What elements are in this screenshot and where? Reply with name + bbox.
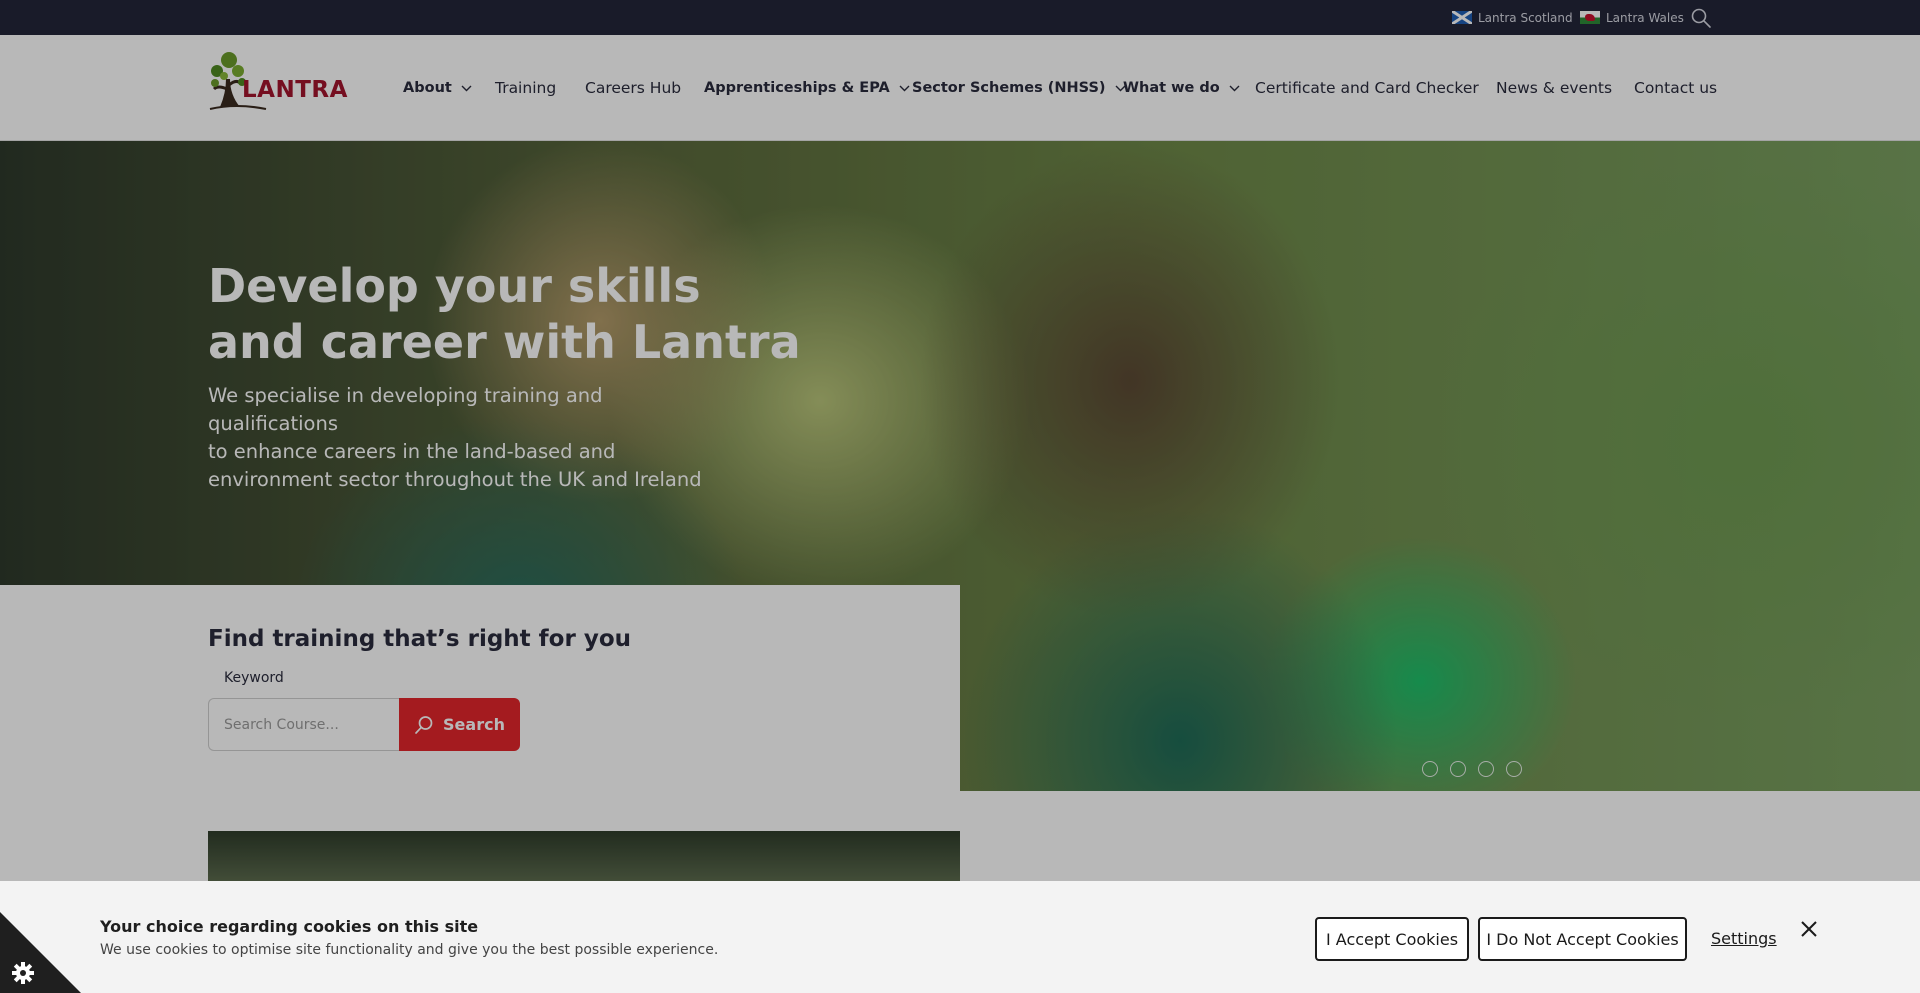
training-finder-panel: [0, 585, 960, 791]
close-icon[interactable]: [1797, 917, 1821, 941]
chevron-down-icon: [461, 85, 472, 91]
scotland-flag-icon: [1452, 11, 1472, 24]
nav-sector-schemes[interactable]: Sector Schemes (NHSS): [912, 35, 1126, 141]
carousel-dot[interactable]: [1422, 761, 1438, 777]
lantra-wales-label: Lantra Wales: [1606, 10, 1684, 25]
finder-title: Find training that’s right for you: [208, 626, 631, 652]
cookie-title: Your choice regarding cookies on this si…: [100, 917, 479, 936]
decline-cookies-button[interactable]: I Do Not Accept Cookies: [1478, 917, 1687, 961]
search-icon: [415, 715, 433, 734]
nav-news-events[interactable]: News & events: [1496, 35, 1612, 141]
nav-about-label: About: [403, 80, 452, 96]
nav-news-events-label: News & events: [1496, 79, 1613, 97]
logo-wordmark: LANTRA: [242, 77, 348, 103]
nav-careers-hub-label: Careers Hub: [585, 79, 682, 97]
gear-icon[interactable]: [10, 960, 36, 986]
nav-training[interactable]: Training: [495, 35, 556, 141]
nav-apprenticeships-label: Apprenticeships & EPA: [704, 80, 890, 96]
keyword-label: Keyword: [224, 670, 284, 686]
nav-what-we-do[interactable]: What we do: [1123, 35, 1240, 141]
lantra-logo[interactable]: LANTRA: [206, 49, 347, 111]
search-icon[interactable]: [1690, 7, 1712, 29]
carousel-dot[interactable]: [1506, 761, 1522, 777]
nav-careers-hub[interactable]: Careers Hub: [585, 35, 681, 141]
carousel-dot[interactable]: [1478, 761, 1494, 777]
carousel-dots: [1422, 761, 1522, 777]
nav-certificate-checker-label: Certificate and Card Checker: [1255, 79, 1479, 97]
cookie-text: We use cookies to optimise site function…: [100, 942, 719, 958]
nav-contact-us[interactable]: Contact us: [1634, 35, 1717, 141]
hero-title-line: and career with Lantra: [208, 315, 801, 369]
carousel-dot[interactable]: [1450, 761, 1466, 777]
hero-title: Develop your skills and career with Lant…: [208, 258, 828, 370]
lantra-scotland-label: Lantra Scotland: [1478, 10, 1573, 25]
hero-subtitle-line: environment sector throughout the UK and…: [208, 468, 702, 491]
nav-sector-schemes-label: Sector Schemes (NHSS): [912, 80, 1106, 96]
nav-training-label: Training: [495, 79, 557, 97]
hero-subtitle-line: to enhance careers in the land-based and: [208, 440, 616, 463]
lantra-wales-link[interactable]: Lantra Wales: [1580, 0, 1684, 35]
cookie-settings-link[interactable]: Settings: [1711, 929, 1777, 948]
course-search-input[interactable]: [208, 698, 399, 751]
search-button-label: Search: [443, 715, 505, 734]
nav-about[interactable]: About: [403, 35, 472, 141]
cookie-banner: Your choice regarding cookies on this si…: [0, 881, 1920, 993]
nav-apprenticeships[interactable]: Apprenticeships & EPA: [704, 35, 910, 141]
lantra-scotland-link[interactable]: Lantra Scotland: [1452, 0, 1573, 35]
feature-image: [208, 831, 960, 881]
wales-flag-icon: [1580, 11, 1600, 24]
search-button[interactable]: Search: [399, 698, 520, 751]
chevron-down-icon: [899, 85, 910, 91]
hero-title-line: Develop your skills: [208, 259, 701, 313]
hero-subtitle: We specialise in developing training and…: [208, 382, 728, 494]
hero-subtitle-line: We specialise in developing training and…: [208, 384, 603, 435]
nav-certificate-checker[interactable]: Certificate and Card Checker: [1255, 35, 1479, 141]
utility-bar: Lantra Scotland Lantra Wales: [0, 0, 1920, 35]
nav-what-we-do-label: What we do: [1123, 80, 1220, 96]
nav-contact-us-label: Contact us: [1634, 79, 1718, 97]
site-header: LANTRA About Training Careers Hub Appren…: [0, 35, 1920, 141]
accept-cookies-button[interactable]: I Accept Cookies: [1315, 917, 1469, 961]
chevron-down-icon: [1229, 85, 1240, 91]
